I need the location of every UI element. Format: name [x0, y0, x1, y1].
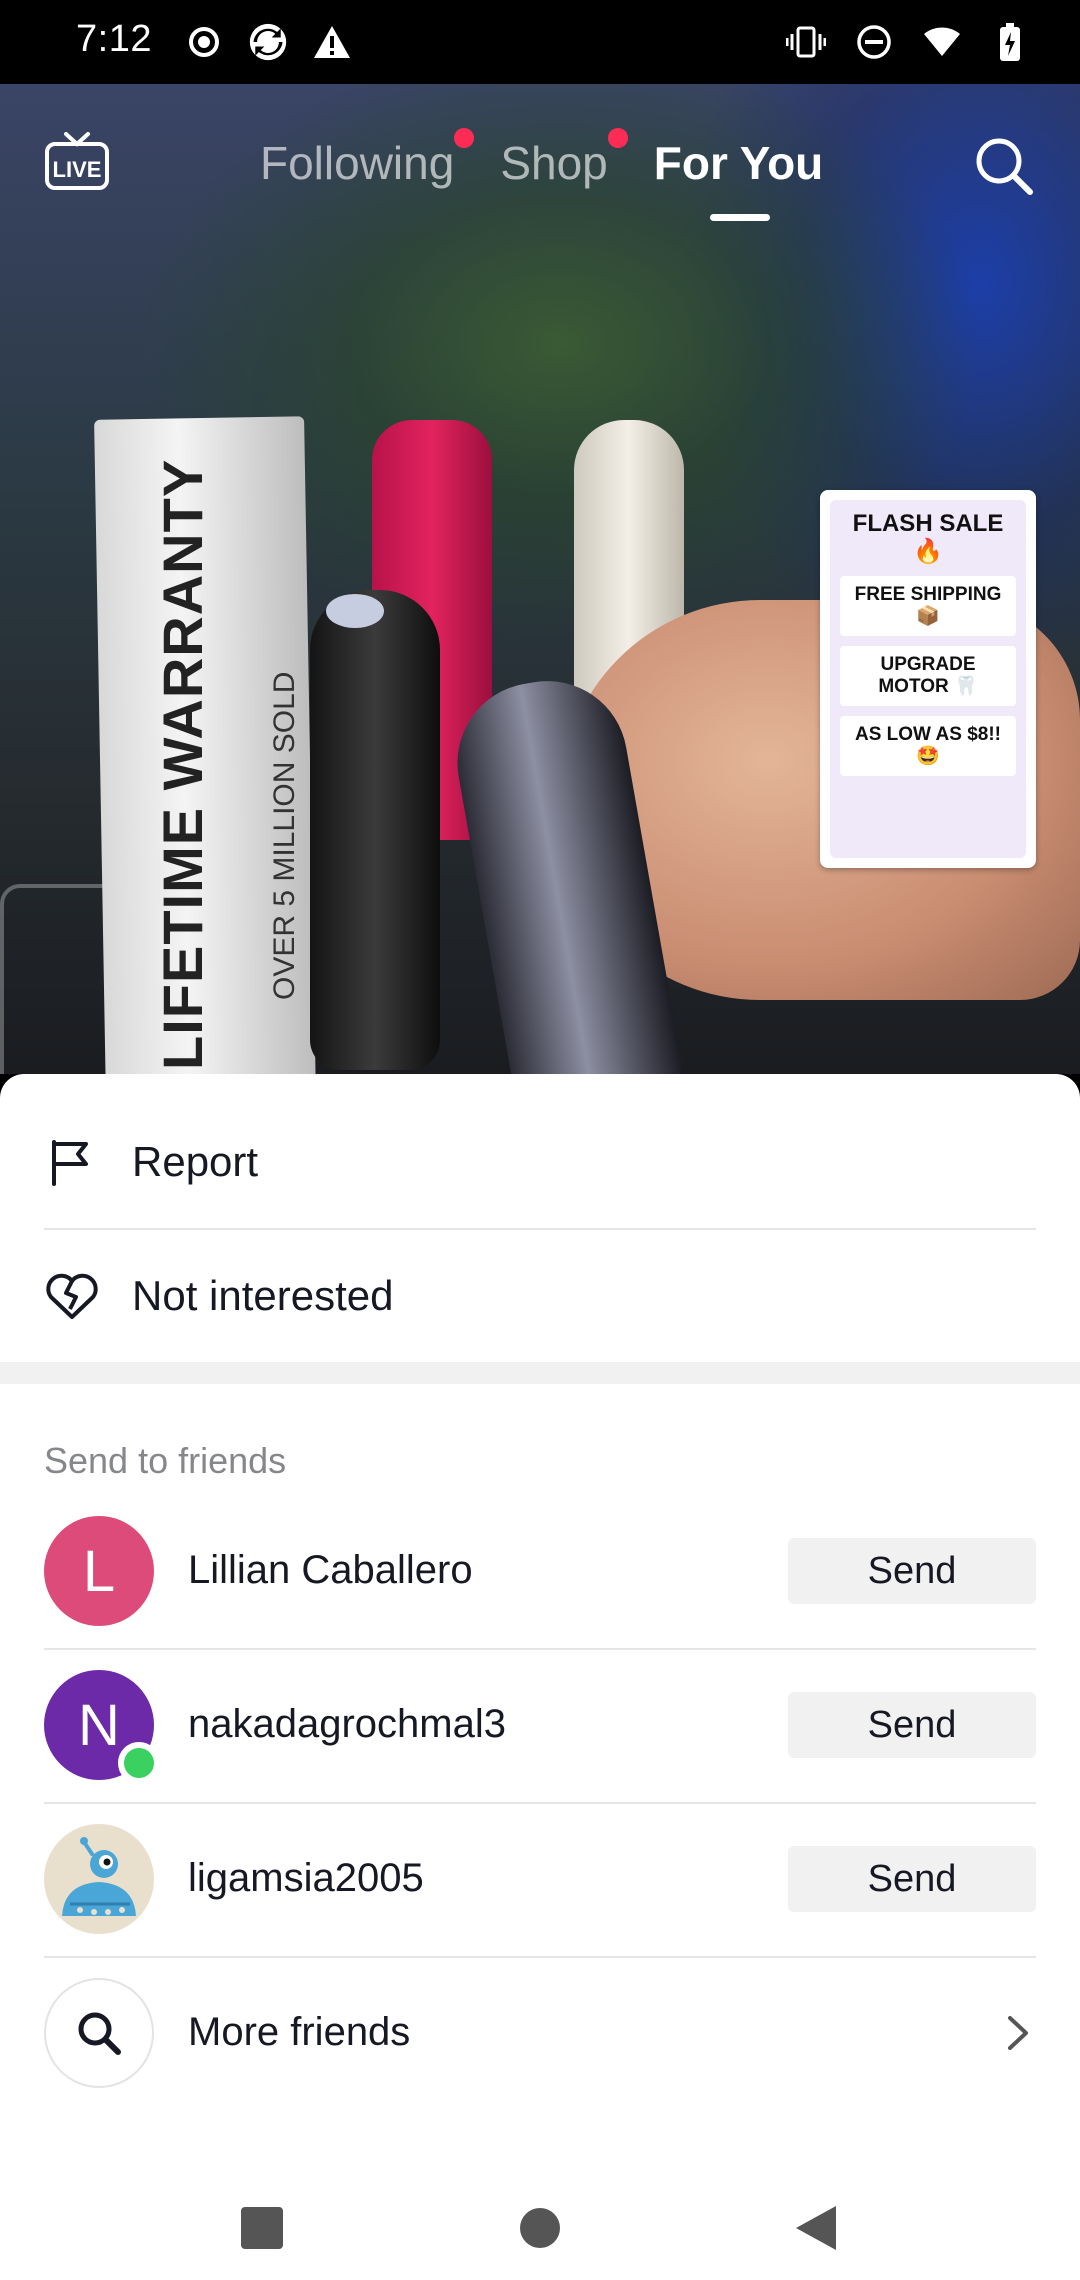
live-button[interactable]: LIVE — [44, 130, 110, 192]
recents-button[interactable] — [232, 2198, 292, 2258]
alien-avatar-icon — [62, 1837, 136, 1916]
warning-icon — [312, 20, 352, 64]
promo-item: UPGRADE MOTOR 🦷 — [840, 646, 1016, 706]
promo-item: AS LOW AS $8!! 🤩 — [840, 716, 1016, 776]
circle-icon — [520, 2208, 560, 2248]
friend-name: ligamsia2005 — [188, 1856, 424, 1900]
top-nav: LIVE Following Shop For You — [0, 84, 1080, 234]
friend-name: nakadagrochmal3 — [188, 1702, 506, 1746]
report-option[interactable]: Report — [44, 1096, 1036, 1228]
avatar[interactable] — [44, 1824, 154, 1934]
active-tab-indicator — [710, 214, 770, 221]
vibrate-icon — [786, 20, 826, 64]
promo-title: FLASH SALE 🔥 — [852, 510, 1004, 565]
black-frother — [310, 590, 440, 1070]
friend-row: L Lillian Caballero Send — [44, 1494, 1036, 1648]
box-text: LIFETIME WARRANTY — [151, 458, 214, 1070]
send-button[interactable]: Send — [788, 1846, 1036, 1912]
status-bar: 7:12 — [0, 0, 1080, 84]
box-subtext: OVER 5 MILLION SOLD — [268, 671, 301, 1000]
search-button[interactable] — [972, 134, 1036, 198]
flag-icon — [44, 1134, 100, 1190]
status-right-icons — [786, 20, 1030, 64]
online-status-dot — [118, 1742, 160, 1784]
section-separator — [0, 1362, 1080, 1384]
back-button[interactable] — [788, 2198, 848, 2258]
avatar[interactable]: L — [44, 1516, 154, 1626]
friend-name: Lillian Caballero — [188, 1548, 473, 1592]
flash-sale-card: FLASH SALE 🔥 FREE SHIPPING 📦 UPGRADE MOT… — [820, 490, 1036, 868]
feed-tabs: Following Shop For You — [260, 128, 824, 190]
do-not-disturb-icon — [854, 20, 894, 64]
tab-label: Following — [260, 137, 455, 189]
tab-label: For You — [653, 137, 824, 189]
send-button[interactable]: Send — [788, 1692, 1036, 1758]
search-icon — [44, 1978, 154, 2088]
friend-row: ligamsia2005 Send — [44, 1802, 1036, 1956]
notification-dot — [607, 128, 628, 148]
broken-heart-icon — [44, 1268, 100, 1324]
target-icon — [184, 20, 224, 64]
wifi-icon — [922, 20, 962, 64]
tab-for-you[interactable]: For You — [654, 136, 824, 190]
not-interested-label: Not interested — [132, 1272, 394, 1319]
avatar-initial: N — [78, 1692, 120, 1758]
avatar-initial: L — [82, 1538, 116, 1604]
send-button[interactable]: Send — [788, 1538, 1036, 1604]
promo-item: FREE SHIPPING 📦 — [840, 576, 1016, 636]
sync-app-icon — [248, 20, 288, 64]
not-interested-option[interactable]: Not interested — [44, 1230, 1036, 1362]
system-nav-bar — [0, 2170, 1080, 2280]
more-friends-label: More friends — [188, 2010, 411, 2054]
search-icon — [976, 138, 1033, 195]
battery-charging-icon — [990, 20, 1030, 64]
notification-dot — [454, 128, 475, 148]
tab-shop[interactable]: Shop — [500, 128, 628, 190]
live-label: LIVE — [53, 157, 102, 182]
friend-row: N nakadagrochmal3 Send — [44, 1648, 1036, 1802]
tab-label: Shop — [500, 137, 608, 189]
more-friends-row[interactable]: More friends — [44, 1956, 1036, 2110]
square-icon — [241, 2207, 283, 2249]
home-button[interactable] — [510, 2198, 570, 2258]
status-time: 7:12 — [76, 18, 152, 60]
chevron-right-icon — [1000, 2010, 1036, 2056]
report-label: Report — [132, 1138, 259, 1185]
frother-top — [326, 594, 384, 628]
status-left-icons — [184, 20, 352, 64]
triangle-back-icon — [796, 2206, 836, 2250]
send-to-friends-title: Send to friends — [44, 1440, 287, 1481]
tab-following[interactable]: Following — [260, 128, 475, 190]
